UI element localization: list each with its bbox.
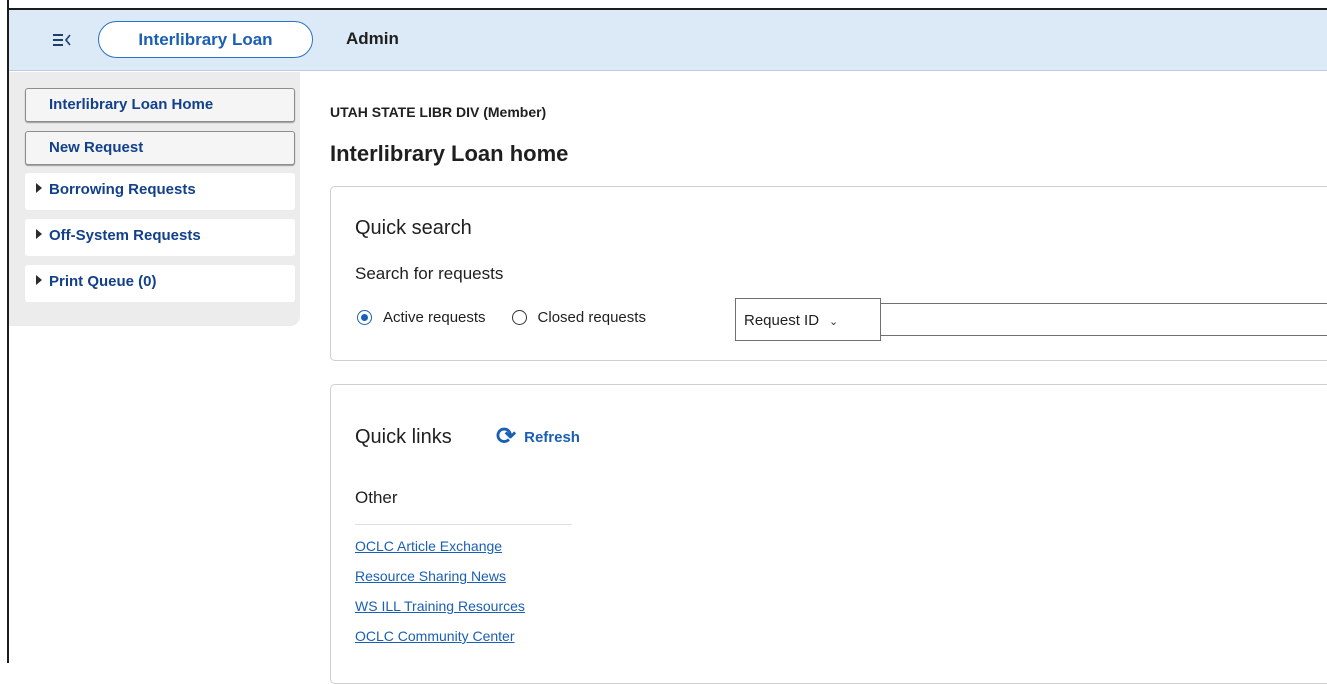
caret-right-icon <box>36 275 42 285</box>
caret-right-icon <box>36 183 42 193</box>
link-ws-ill-training-resources[interactable]: WS ILL Training Resources <box>355 598 525 614</box>
quick-search-subtitle: Search for requests <box>355 264 504 283</box>
search-field-select[interactable]: Request ID ⌄ <box>735 298 881 341</box>
quick-links-card: Quick links ⟳ Refresh Other OCLC Article … <box>330 384 1327 684</box>
sidebar-item-label: Print Queue (0) <box>49 273 157 290</box>
menu-collapse-icon[interactable] <box>52 31 72 49</box>
admin-link[interactable]: Admin <box>346 29 399 49</box>
top-bar: Interlibrary Loan Admin <box>9 10 1327 71</box>
sidebar-new-request-button[interactable]: New Request <box>25 131 295 165</box>
caret-right-icon <box>36 229 42 239</box>
app-switcher-button[interactable]: Interlibrary Loan <box>98 21 313 58</box>
sidebar-item-label: Off-System Requests <box>49 227 201 244</box>
link-resource-sharing-news[interactable]: Resource Sharing News <box>355 568 506 584</box>
quick-links-title: Quick links <box>355 426 452 448</box>
closed-requests-label[interactable]: Closed requests <box>538 309 646 326</box>
active-requests-radio[interactable] <box>357 310 372 325</box>
quick-search-card: Quick search Search for requests Active … <box>330 186 1327 361</box>
search-input[interactable] <box>881 303 1327 336</box>
sidebar-item-off-system-requests[interactable]: Off-System Requests <box>25 219 295 256</box>
links-section-heading: Other <box>355 488 398 507</box>
window-top-border <box>0 0 1327 10</box>
active-requests-label[interactable]: Active requests <box>383 309 486 326</box>
section-divider <box>355 524 572 525</box>
refresh-icon: ⟳ <box>496 423 517 450</box>
sidebar: Interlibrary Loan Home New Request Borro… <box>9 72 300 326</box>
sidebar-item-print-queue[interactable]: Print Queue (0) <box>25 265 295 302</box>
refresh-label: Refresh <box>524 428 580 446</box>
refresh-button[interactable]: ⟳ Refresh <box>496 425 580 449</box>
chevron-down-icon: ⌄ <box>829 316 839 328</box>
quick-search-title: Quick search <box>355 217 472 239</box>
link-oclc-community-center[interactable]: OCLC Community Center <box>355 628 515 644</box>
window-left-border <box>0 0 9 663</box>
closed-requests-radio[interactable] <box>511 310 527 325</box>
organization-name: UTAH STATE LIBR DIV (Member) <box>330 104 547 120</box>
sidebar-home-button[interactable]: Interlibrary Loan Home <box>25 88 295 122</box>
sidebar-item-borrowing-requests[interactable]: Borrowing Requests <box>25 173 295 210</box>
link-oclc-article-exchange[interactable]: OCLC Article Exchange <box>355 538 502 554</box>
sidebar-item-label: Borrowing Requests <box>49 181 196 198</box>
search-field-value: Request ID <box>744 312 820 329</box>
request-status-radio-group: Active requests Closed requests <box>357 309 672 326</box>
page-title: Interlibrary Loan home <box>330 141 569 166</box>
